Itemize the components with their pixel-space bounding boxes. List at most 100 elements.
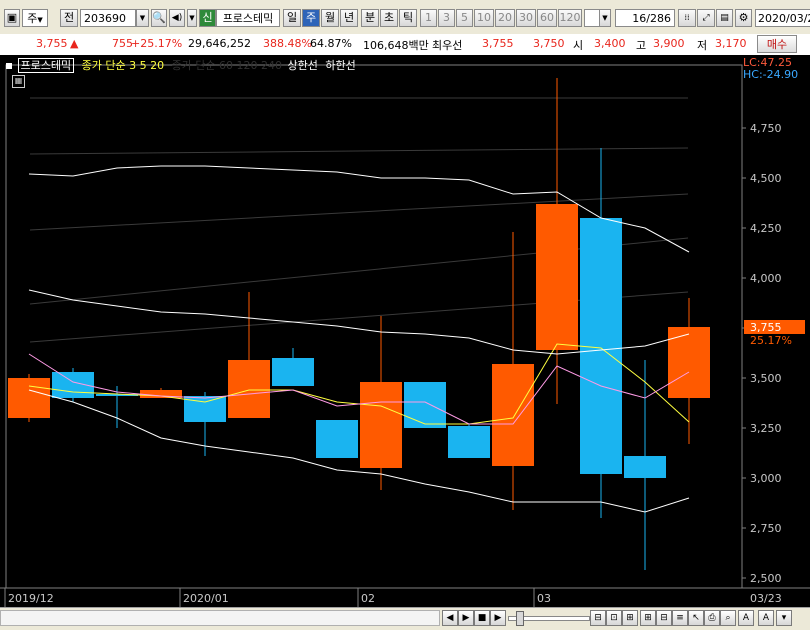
interval-120-button[interactable]: 120 [558,9,582,27]
split-view-icon[interactable]: ⊞ [640,610,656,626]
zoom-slider-thumb[interactable] [516,611,524,626]
open-price: 3,400 [594,37,626,50]
x-axis-band [0,588,810,607]
x-tick-label: 03/23 [750,592,782,605]
buy-button[interactable]: 매수 [757,35,797,53]
volume: 29,646,252 [188,37,251,50]
price-info-bar: 3,755 ▲ 755 +25.17% 29,646,252 388.48% 6… [0,34,810,56]
scroll-track[interactable] [0,610,440,626]
y-axis: 2,5002,7503,0003,2503,5003,7504,0004,250… [741,65,805,588]
y-tick-label: 4,000 [750,272,782,285]
stop-icon[interactable]: ■ [474,610,490,626]
turnover-rate: 64.87% [310,37,352,50]
candle-body [272,358,314,386]
interval-60-button[interactable]: 60 [537,9,557,27]
table-icon[interactable]: ▦ [12,75,25,88]
best-ask: 3,755 [482,37,514,50]
legend-lower-limit[interactable]: 하한선 [325,59,355,72]
high-price: 3,900 [653,37,685,50]
price-change: 755 [112,37,133,50]
interval-20-button[interactable]: 20 [495,9,515,27]
x-axis: 2019/12 2020/01 02 03 03/23 [0,587,810,607]
interval-5-button[interactable]: 5 [456,9,473,27]
chart-area[interactable]: 2,5002,7503,0003,2503,5003,7504,0004,250… [0,55,810,607]
x-tick-label: 02 [361,592,375,605]
best-ask-label: 최우선 [432,39,463,52]
stock-code-input[interactable]: 203690 [80,9,136,27]
speaker-icon[interactable]: ◀) [169,9,185,27]
scroll-right-icon[interactable]: ▶ [490,610,506,626]
more-icon[interactable]: ▾ [776,610,792,626]
period-tick-button[interactable]: 틱 [399,9,417,27]
y-tick-label: 2,750 [750,522,782,535]
stock-code-dropdown-icon[interactable]: ▼ [136,9,149,27]
period-second-button[interactable]: 초 [380,9,398,27]
current-price-label: 3,755 [750,321,782,334]
legend-hidden-ma-label[interactable]: 종가 단순 60 120 240 [172,59,282,72]
y-tick-label: 4,750 [750,122,782,135]
y-tick-label: 4,500 [750,172,782,185]
price-change-percent: +25.17% [131,37,183,50]
interval-3-button[interactable]: 3 [438,9,455,27]
new-badge[interactable]: 신 [199,9,216,27]
chart-menu-icon[interactable]: ▣ [4,9,20,27]
current-price: 3,755 [36,37,68,50]
candle-body [360,382,402,468]
page-counter-current: 16 [632,12,647,25]
candles [8,78,710,570]
magnifier-icon[interactable]: ⌕ [720,610,736,626]
text-size-icon[interactable]: A [738,610,754,626]
x-tick-label: 03 [537,592,551,605]
gear-icon[interactable]: ⚙ [735,9,752,27]
current-change-label: 25.17% [750,334,792,347]
chevron-down-icon: ▼ [37,16,43,24]
period-select[interactable]: 주▼ [22,9,48,27]
grid-icon[interactable]: ⁞⁞ [678,9,696,27]
print-icon[interactable]: ⎙ [704,610,720,626]
compare-icon[interactable]: ⤢ [697,9,715,27]
date-input[interactable]: 2020/03/2 [755,9,810,27]
interval-1-button[interactable]: 1 [420,9,437,27]
interval-dropdown-icon[interactable]: ▼ [599,9,611,27]
low-price: 3,170 [715,37,747,50]
candle-body [624,456,666,478]
period-week-button[interactable]: 주 [302,9,320,27]
interval-30-button[interactable]: 30 [516,9,536,27]
stock-name-field[interactable]: 프로스테믹 [216,9,280,27]
font-icon[interactable]: A [758,610,774,626]
candle-body [580,218,622,474]
zoom-out-icon[interactable]: ⊡ [606,610,622,626]
candle-body [536,204,578,350]
y-tick-label: 4,250 [750,222,782,235]
period-day-button[interactable]: 일 [283,9,301,27]
y-tick-label: 2,500 [750,572,782,585]
legend-marker-icon [6,63,12,69]
speaker-dropdown-icon[interactable]: ▼ [187,9,197,27]
legend-stock-name[interactable]: 프로스테믹 [17,58,75,73]
search-icon[interactable]: 🔍 [151,9,167,27]
zoom-fit-icon[interactable]: ⊟ [590,610,606,626]
volume-ratio: 388.48% [263,37,312,50]
candle-body [8,378,50,418]
period-minute-button[interactable]: 분 [361,9,379,27]
legend-upper-limit[interactable]: 상한선 [288,59,318,72]
legend-ma-label[interactable]: 종가 단순 3 5 20 [82,59,164,72]
layout-icon[interactable]: ⊟ [656,610,672,626]
page-counter: 16/286 [615,9,675,27]
hc-label: HC:-24.90 [743,68,799,81]
prev-button[interactable]: 전 [60,9,78,27]
save-icon[interactable]: ▤ [716,9,733,27]
bottom-navigation: ◀ ▶ ■ ▶ ⊟ ⊡ ⊞ ⊞ ⊟ ≡ ↖ ⎙ ⌕ A A ▾ [0,607,810,630]
cursor-icon[interactable]: ↖ [688,610,704,626]
period-month-button[interactable]: 월 [321,9,339,27]
interval-10-button[interactable]: 10 [474,9,494,27]
candlestick-chart[interactable]: 2,5002,7503,0003,2503,5003,7504,0004,250… [0,55,810,607]
lines-icon[interactable]: ≡ [672,610,688,626]
zoom-in-icon[interactable]: ⊞ [622,610,638,626]
play-icon[interactable]: ▶ [458,610,474,626]
period-year-button[interactable]: 년 [340,9,358,27]
trade-amount: 106,648백만 [363,39,429,52]
plot-frame [5,64,743,589]
scroll-left-icon[interactable]: ◀ [442,610,458,626]
candle-body [448,426,490,458]
